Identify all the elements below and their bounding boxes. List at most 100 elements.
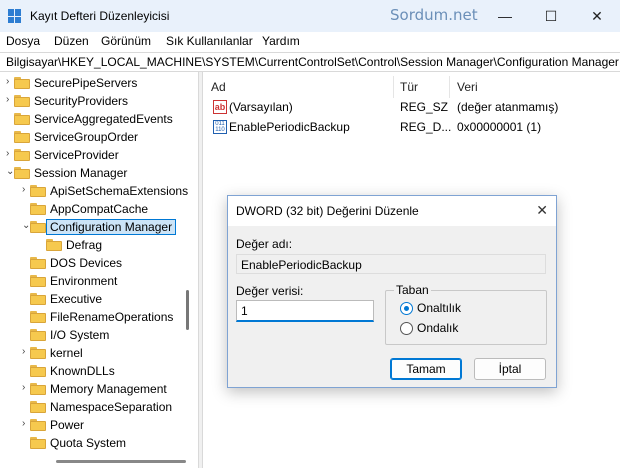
tree-item[interactable]: NamespaceSeparation [0, 398, 198, 416]
value-name-label: Değer adı: [236, 237, 293, 251]
folder-icon [30, 311, 46, 323]
folder-icon [30, 329, 46, 341]
folder-icon [30, 347, 46, 359]
maximize-button[interactable]: ☐ [528, 0, 574, 32]
window-title: Kayıt Defteri Düzenleyicisi [30, 9, 170, 23]
tree-horizontal-scrollbar[interactable] [56, 460, 186, 463]
tree-item-label: DOS Devices [50, 256, 123, 270]
tree-item[interactable]: › Memory Management [0, 380, 198, 398]
tree-item-label: ServiceAggregatedEvents [34, 112, 173, 126]
tree-item[interactable]: › Power [0, 416, 198, 434]
column-divider[interactable] [393, 76, 394, 98]
dialog-title-bar[interactable]: DWORD (32 bit) Değerini Düzenle ✕ [228, 196, 556, 226]
radio-unselected-icon [400, 321, 413, 335]
tree-item[interactable]: ⌄ Configuration Manager [0, 218, 198, 236]
tree-item-label: SecurePipeServers [34, 76, 138, 90]
minimize-button[interactable]: — [482, 0, 528, 32]
value-name-field: EnablePeriodicBackup [236, 254, 546, 274]
tree-item[interactable]: I/O System [0, 326, 198, 344]
folder-icon [30, 365, 46, 377]
tree-item-label: Quota System [50, 436, 127, 450]
column-header-data[interactable]: Veri [457, 80, 478, 94]
tree-item[interactable]: › SecurityProviders [0, 92, 198, 110]
folder-icon [14, 113, 30, 125]
menu-item-duzen[interactable]: Düzen [54, 34, 89, 48]
dialog-close-icon[interactable]: ✕ [536, 202, 548, 219]
close-button[interactable]: ✕ [574, 0, 620, 32]
tree-item-label: ServiceProvider [34, 148, 119, 162]
folder-icon [30, 383, 46, 395]
tree-item[interactable]: › SecurePipeServers [0, 74, 198, 92]
tree-item-label: Power [50, 418, 85, 432]
tree-item[interactable]: FileRenameOperations [0, 308, 198, 326]
title-bar[interactable]: Kayıt Defteri Düzenleyicisi Sordum.net —… [0, 0, 620, 32]
tree-item[interactable]: Executive [0, 290, 198, 308]
chevron-right-icon[interactable]: › [22, 347, 30, 357]
chevron-right-icon[interactable]: › [6, 95, 14, 105]
chevron-down-icon[interactable]: ⌄ [22, 221, 30, 231]
column-header-type[interactable]: Tür [400, 80, 418, 94]
string-value-icon: ab [213, 100, 227, 114]
folder-icon [14, 167, 30, 179]
tree-item-label: Memory Management [50, 382, 167, 396]
chevron-right-icon[interactable]: › [6, 77, 14, 87]
list-item[interactable]: 011 110 EnablePeriodicBackup REG_D... 0x… [209, 118, 615, 136]
tree-item[interactable]: ServiceAggregatedEvents [0, 110, 198, 128]
tree-item[interactable]: Defrag [0, 236, 198, 254]
column-divider[interactable] [449, 76, 450, 98]
radio-decimal[interactable]: Ondalık [400, 321, 458, 335]
registry-app-icon [8, 9, 22, 23]
tree-item-label: AppCompatCache [50, 202, 149, 216]
tree-item-label: Executive [50, 292, 103, 306]
folder-icon [30, 419, 46, 431]
value-data-input[interactable]: 1 [236, 300, 374, 322]
tree-item[interactable]: KnownDLLs [0, 362, 198, 380]
tree-item[interactable]: Environment [0, 272, 198, 290]
tree-vertical-scrollbar[interactable] [186, 290, 189, 330]
list-item[interactable]: ab (Varsayılan) REG_SZ (değer atanmamış) [209, 98, 615, 116]
column-header-name[interactable]: Ad [211, 80, 226, 94]
cancel-button[interactable]: İptal [474, 358, 546, 380]
chevron-right-icon[interactable]: › [22, 185, 30, 195]
tree-item[interactable]: › ApiSetSchemaExtensions [0, 182, 198, 200]
folder-icon [46, 239, 62, 251]
tree-item-label: KnownDLLs [50, 364, 115, 378]
chevron-right-icon[interactable]: › [6, 149, 14, 159]
value-type: REG_D... [400, 120, 452, 134]
address-bar[interactable]: Bilgisayar\HKEY_LOCAL_MACHINE\SYSTEM\Cur… [0, 52, 620, 72]
tree-item[interactable]: › ServiceProvider [0, 146, 198, 164]
chevron-down-icon[interactable]: ⌄ [6, 167, 14, 177]
radio-decimal-label: Ondalık [417, 321, 459, 335]
tree-item-label: NamespaceSeparation [50, 400, 173, 414]
folder-icon [14, 95, 30, 107]
value-name: EnablePeriodicBackup [229, 120, 350, 134]
base-groupbox: Taban Onaltılık Ondalık [385, 283, 547, 345]
tree-item[interactable]: ⌄ Session Manager [0, 164, 198, 182]
chevron-right-icon[interactable]: › [22, 383, 30, 393]
folder-icon [30, 275, 46, 287]
radio-hexadecimal[interactable]: Onaltılık [400, 301, 461, 315]
menu-item-dosya[interactable]: Dosya [6, 34, 40, 48]
ok-button[interactable]: Tamam [390, 358, 462, 380]
folder-icon [30, 221, 46, 233]
chevron-right-icon[interactable]: › [22, 419, 30, 429]
value-data: (değer atanmamış) [457, 100, 559, 114]
tree-item[interactable]: ServiceGroupOrder [0, 128, 198, 146]
tree-item-label: SecurityProviders [34, 94, 129, 108]
tree-item[interactable]: AppCompatCache [0, 200, 198, 218]
folder-icon [30, 203, 46, 215]
menu-item-sik-kullanilanlar[interactable]: Sık Kullanılanlar [166, 34, 253, 48]
tree-item[interactable]: › kernel [0, 344, 198, 362]
tree-item[interactable]: Quota System [0, 434, 198, 452]
registry-tree[interactable]: › SecurePipeServers › SecurityProviders Serv… [0, 72, 198, 468]
menu-item-gorunum[interactable]: Görünüm [101, 34, 151, 48]
tree-item-label: ApiSetSchemaExtensions [50, 184, 189, 198]
folder-icon [30, 257, 46, 269]
value-data: 0x00000001 (1) [457, 120, 542, 134]
address-path: Bilgisayar\HKEY_LOCAL_MACHINE\SYSTEM\Cur… [6, 55, 619, 69]
watermark-text: Sordum.net [390, 6, 478, 24]
radio-selected-icon [400, 301, 413, 315]
menu-item-yardim[interactable]: Yardım [262, 34, 300, 48]
tree-item[interactable]: DOS Devices [0, 254, 198, 272]
folder-icon [30, 401, 46, 413]
